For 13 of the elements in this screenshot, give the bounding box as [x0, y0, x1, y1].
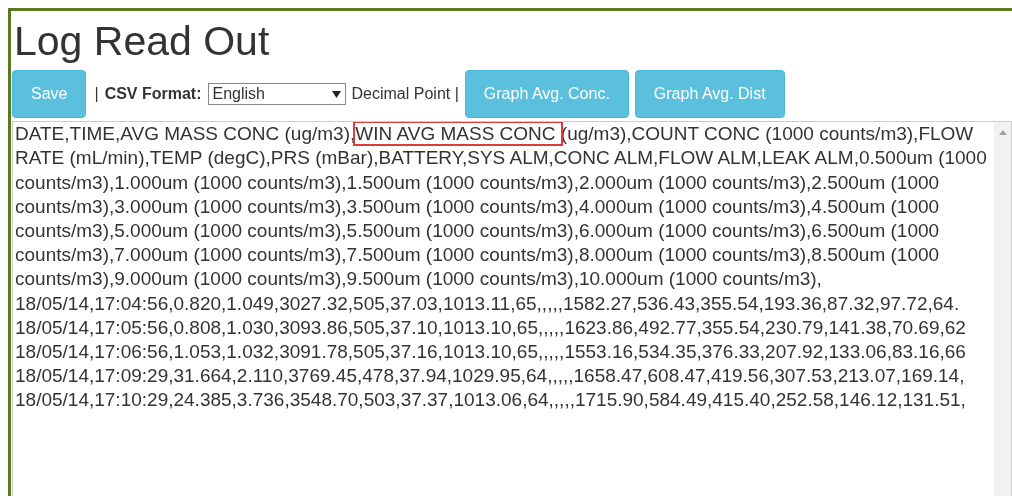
save-button[interactable]: Save — [12, 70, 87, 119]
separator-text: | — [94, 85, 99, 104]
log-row-text: 18/05/14,17:05:56,0.808,1.030,3093.86,505,37.10,1013.10,65,,,,,1623.86,492.77,355.54,230.79,141.38,70.69,62 — [15, 315, 967, 340]
log-row-text: 18/05/14,17:06:56,1.053,1.032,3091.78,505,37.16,1013.10,65,,,,,1553.16,534.35,376.33,207.92,133.06,83.16,66 — [15, 340, 967, 364]
decimal-point-label: Decimal Point | — [351, 85, 459, 104]
csv-format-label: CSV Format: — [104, 85, 202, 104]
graph-button[interactable]: Graph Avg. Conc. — [464, 70, 629, 119]
graph-button[interactable]: Graph Avg. Dist — [634, 70, 785, 119]
log-row-text: 18/05/14,17:09:29,31.664,2.110,3769.45,478,37.94,1029.95,64,,,,,1658.47,608.47,419.56,307.53,213.07,169.14, — [15, 364, 966, 389]
log-row-text: 18/05/14,17:04:56,0.820,1.049,3027.32,505,37.03,1013.11,65,,,,,1582.27,536.43,355.54,193.36,87.32,97.72,64. — [15, 291, 961, 316]
page-title: Log Read Out — [13, 17, 271, 66]
log-row-text: 18/05/14,17:10:29,24.385,3.736,3548.70,503,37.37,1013.06,64,,,,,1715.90,584.49,415.40,252.58,146.12,131.51, — [15, 388, 967, 413]
csv-format-select[interactable]: English — [207, 83, 346, 106]
